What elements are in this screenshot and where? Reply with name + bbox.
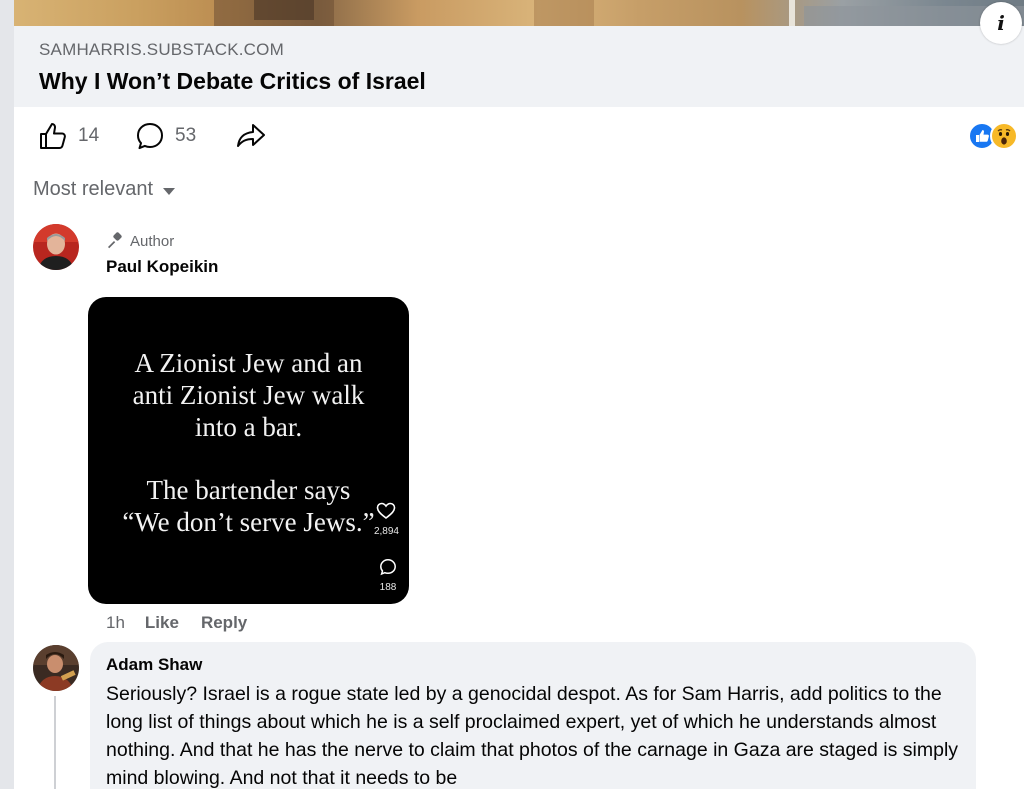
caret-down-icon [163,187,176,195]
sort-label: Most relevant [33,178,154,200]
meme-line: anti Zionist Jew walk [132,380,365,410]
commenter-name[interactable]: Adam Shaw [106,655,202,675]
author-label: Author [130,232,175,250]
microphone-icon [108,232,122,249]
meme-like-stat: 2,894 [374,502,399,537]
author-avatar-image [33,224,79,270]
meme-comment-count: 188 [379,582,397,593]
comment-bubble: Adam Shaw Seriously? Israel is a rogue s… [90,642,976,789]
share-button[interactable] [235,121,267,151]
meme-line: into a bar. [194,412,303,442]
link-preview-card[interactable]: SAMHARRIS.SUBSTACK.COM Why I Won’t Debat… [14,26,1024,107]
left-gutter [0,0,14,789]
like-count: 14 [78,125,100,146]
info-icon: i [997,11,1005,35]
thread-connector [54,696,56,789]
meme-line: “We don’t serve Jews.” [122,507,375,537]
post-action-bar: 14 53 [14,107,1024,167]
avatar[interactable] [33,224,79,270]
meme-like-count: 2,894 [373,526,399,537]
meme-text-bottom: The bartender says “We don’t serve Jews.… [88,474,409,538]
wow-reaction-icon [990,122,1018,150]
comment-icon [137,123,163,150]
meme-line: The bartender says [146,475,351,505]
commenter-avatar-image [33,645,79,691]
like-button[interactable]: 14 [38,121,99,151]
comment-meme-image[interactable]: A Zionist Jew and an anti Zionist Jew wa… [88,297,409,604]
comment-text: Seriously? Israel is a rogue state led b… [106,683,959,789]
heart-icon [377,502,396,520]
comment-button[interactable]: 53 [135,121,196,151]
author-badge: Author [106,232,174,250]
comment-meta-row: 1h Like Reply [106,613,269,633]
reaction-summary[interactable] [968,122,1018,150]
commenter-name[interactable]: Paul Kopeikin [106,257,218,277]
thumbs-up-icon [40,123,66,149]
share-icon [237,124,265,147]
comment-reply-button[interactable]: Reply [201,613,247,633]
avatar[interactable] [33,645,79,691]
comments-sort-dropdown[interactable]: Most relevant [33,178,176,201]
meme-comment-stat: 188 [379,558,397,593]
link-preview-image[interactable] [14,0,1024,26]
comment-like-button[interactable]: Like [145,613,179,633]
meme-line: A Zionist Jew and an [134,348,363,378]
comment-bubble-icon [380,559,396,576]
link-title[interactable]: Why I Won’t Debate Critics of Israel [39,68,426,95]
meme-text-top: A Zionist Jew and an anti Zionist Jew wa… [88,347,409,443]
hero-image-scenery [214,0,1024,26]
info-button[interactable]: i [980,2,1022,44]
comment-timestamp[interactable]: 1h [106,613,125,633]
comment-count: 53 [175,125,197,146]
link-domain: SAMHARRIS.SUBSTACK.COM [39,40,284,59]
